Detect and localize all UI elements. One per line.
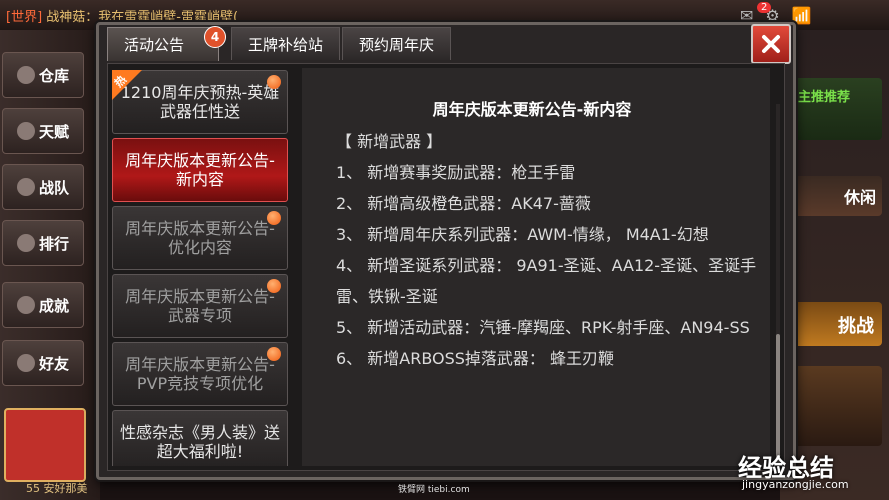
banner-challenge[interactable]: 挑战 (790, 302, 882, 346)
unread-dot (267, 279, 281, 293)
sidebar-label: 排行 (38, 234, 69, 253)
close-button[interactable] (751, 24, 791, 64)
tab-supply-station[interactable]: 王牌补给站 (231, 27, 341, 60)
friends-icon (16, 354, 35, 372)
banner-label: 主推推荐 (798, 90, 851, 105)
tab-count-badge: 4 (204, 26, 226, 48)
announcement-item-magazine[interactable]: 性感杂志《男人装》送超大福利啦! (112, 410, 288, 466)
tab-label: 王牌补给站 (248, 35, 324, 54)
scrollbar-thumb[interactable] (776, 334, 780, 464)
sidebar-warehouse-button[interactable]: 仓库 (2, 52, 84, 98)
sidebar-label: 战队 (38, 178, 69, 197)
watermark-small: 铁臂网 tiebi.com (398, 485, 470, 495)
sidebar-label: 好友 (38, 354, 69, 373)
content-title: 周年庆版本更新公告-新内容 (432, 100, 632, 119)
announcement-title: 周年庆版本更新公告-武器专项 (125, 287, 275, 325)
announcement-title: 周年庆版本更新公告-PVP竞技专项优化 (125, 355, 275, 393)
announcement-dialog: 活动公告 4 王牌补给站 预约周年庆 热 1210周年庆预热-英雄武器任性送 周… (96, 22, 796, 480)
banner-recommend[interactable]: 主推推荐 (790, 78, 882, 140)
clan-icon (16, 178, 35, 196)
watermark-url: jingyanzongjie.com (742, 478, 849, 491)
sidebar-label: 天赋 (38, 122, 69, 141)
announcement-item-new-content[interactable]: 周年庆版本更新公告-新内容 (112, 138, 288, 202)
sidebar-label: 成就 (38, 296, 69, 315)
section-heading: 【 新增武器 】 (336, 132, 443, 151)
announcement-title: 周年庆版本更新公告-新内容 (125, 151, 275, 189)
sidebar-clan-button[interactable]: 战队 (2, 164, 84, 210)
banner-label: 休闲 (843, 188, 876, 207)
sidebar-achievement-button[interactable]: 成就 (2, 282, 84, 328)
announcement-title: 周年庆版本更新公告-优化内容 (125, 219, 275, 257)
content-line: 4、 新增圣诞系列武器： 9A91-圣诞、AA12-圣诞、圣诞手雷、铁锹-圣诞 (336, 256, 757, 306)
content-line: 2、 新增高级橙色武器：AK47-蔷薇 (336, 194, 591, 213)
medal-icon (16, 296, 35, 314)
announcement-item-preheat[interactable]: 热 1210周年庆预热-英雄武器任性送 (112, 70, 288, 134)
dialog-tabbar: 活动公告 4 王牌补给站 预约周年庆 (107, 26, 747, 61)
content-line: 1、 新增赛事奖励武器：枪王手雷 (336, 163, 576, 182)
tab-activity-announcement[interactable]: 活动公告 4 (107, 26, 226, 61)
warehouse-icon (16, 66, 35, 84)
sidebar-friends-button[interactable]: 好友 (2, 340, 84, 386)
content-line: 6、 新增ARBOSS掉落武器： 蜂王刃鞭 (336, 349, 615, 368)
announcement-item-optimization[interactable]: 周年庆版本更新公告-优化内容 (112, 206, 288, 270)
content-line: 3、 新增周年庆系列武器：AWM-情缘， M4A1-幻想 (336, 225, 709, 244)
announcement-title: 1210周年庆预热-英雄武器任性送 (120, 83, 280, 121)
close-icon (762, 35, 780, 53)
chat-channel-tag: [世界] (6, 10, 43, 25)
unread-dot (267, 211, 281, 225)
trophy-icon (16, 234, 35, 252)
sidebar-talent-button[interactable]: 天赋 (2, 108, 84, 154)
content-body: 【 新增武器 】 1、 新增赛事奖励武器：枪王手雷 2、 新增高级橙色武器：AK… (336, 126, 766, 374)
announcement-list[interactable]: 热 1210周年庆预热-英雄武器任性送 周年庆版本更新公告-新内容 周年庆版本更… (112, 68, 292, 466)
tab-label: 预约周年庆 (359, 35, 435, 54)
dialog-body: 热 1210周年庆预热-英雄武器任性送 周年庆版本更新公告-新内容 周年庆版本更… (107, 63, 785, 471)
announcement-item-weapons[interactable]: 周年庆版本更新公告-武器专项 (112, 274, 288, 338)
player-avatar[interactable] (4, 408, 86, 482)
sidebar-label: 仓库 (38, 66, 69, 85)
talent-icon (16, 122, 35, 140)
banner-casual[interactable]: 休闲 (790, 176, 882, 216)
tab-anniversary-reservation[interactable]: 预约周年庆 (342, 27, 452, 60)
announcement-title: 性感杂志《男人装》送超大福利啦! (119, 423, 280, 461)
tab-label: 活动公告 (124, 36, 185, 54)
content-line: 5、 新增活动武器：汽锤-摩羯座、RPK-射手座、AN94-SS (336, 318, 750, 337)
player-level-name: 55 安好那美 (26, 482, 88, 495)
unread-dot (267, 347, 281, 361)
banner-character[interactable] (790, 366, 882, 446)
banner-label: 挑战 (838, 316, 874, 337)
notification-badge: 2 (757, 2, 772, 13)
sidebar-ranking-button[interactable]: 排行 (2, 220, 84, 266)
announcement-content: 周年庆版本更新公告-新内容 【 新增武器 】 1、 新增赛事奖励武器：枪王手雷 … (302, 68, 770, 466)
announcement-item-pvp[interactable]: 周年庆版本更新公告-PVP竞技专项优化 (112, 342, 288, 406)
unread-dot (267, 75, 281, 89)
